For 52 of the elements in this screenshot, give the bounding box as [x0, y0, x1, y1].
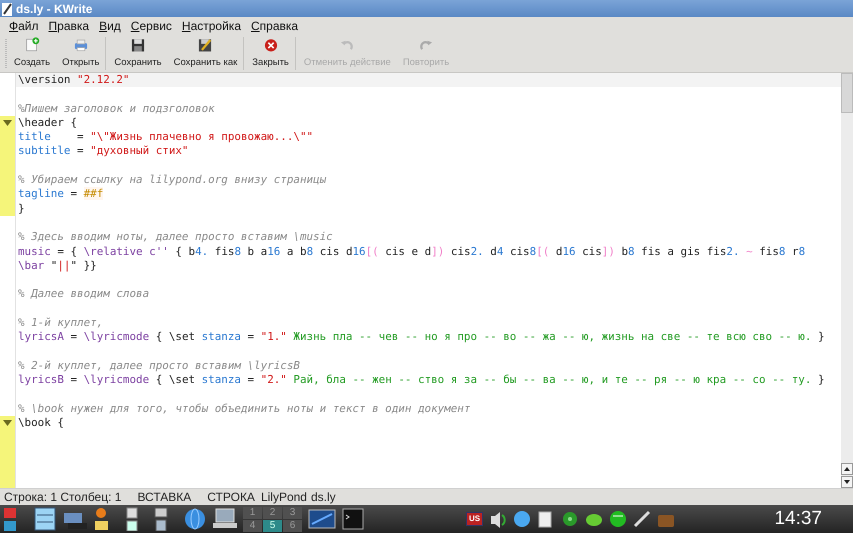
code-comment: %Пишем заголовок и подзголовок [17, 102, 216, 116]
code-comment: % 2-й куплет, далее просто вставим \lyricsB [17, 358, 301, 374]
status-text: ВСТАВКА [137, 489, 192, 506]
menu-item[interactable]: Справка [246, 17, 304, 35]
file-manager-icon[interactable] [33, 507, 57, 531]
keyboard-layout-indicator[interactable]: US [466, 512, 484, 526]
code-comment: % Убираем ссылку на lilypond.org внизу страницы [17, 173, 328, 188]
code-line: lyricsA = \lyricmode { \set stanza = "1." Жизнь пла -- чев -- но я про -- во -- жа -- ю, жизнь на све -- те всю сво -- ю. } [17, 330, 826, 345]
globe-icon[interactable] [183, 507, 207, 531]
menu-item[interactable]: Сервис [126, 17, 177, 35]
status-text: LilyPond [260, 489, 307, 506]
status-text: Строка: 1 Столбец: 1 [4, 489, 122, 506]
toolbar-button[interactable]: Закрыть [246, 37, 296, 70]
speaker-icon[interactable] [489, 510, 508, 528]
code-comment: % Далее вводим слова [17, 287, 150, 302]
terminal-icon[interactable] [342, 508, 364, 530]
desktop-pager-cell[interactable]: 5 [263, 520, 282, 532]
code-line: subtitle = "духовный стих" [17, 144, 190, 159]
status-text: СТРОКА [207, 489, 255, 506]
code-line: tagline = ##f [17, 187, 104, 202]
menu-item[interactable]: Вид [94, 17, 126, 35]
toolbar-button[interactable]: Сохранить как [168, 37, 244, 70]
toolbar-button[interactable]: Открыть [56, 37, 106, 70]
scrollbar-thumb[interactable] [841, 73, 853, 113]
toolbar-handle-icon [4, 37, 8, 71]
clock[interactable]: 14:37 [774, 504, 822, 533]
code-line: } [17, 202, 26, 216]
code-comment: % Здесь вводим ноты, далее просто вставим \music [17, 230, 334, 245]
code-line: lyricsB = \lyricmode { \set stanza = "2." Рай, бла -- жен -- ство я за -- бы -- ва -- ю, и те -- ря -- ю кра -- со -- ту. } [17, 373, 826, 388]
scroll-up-icon[interactable] [841, 463, 853, 475]
code-line: music = { \relative c'' { b4. fis8 b a16 a b8 cis d16[( cis e d]) cis2. d4 cis8[( d16 cis]) b8 fis a gis fis2. ~ fis8 r8 [17, 244, 806, 259]
status-text: ds.ly [310, 489, 336, 506]
menu-item[interactable]: Настройка [176, 17, 246, 35]
code-line: \book { [17, 416, 65, 430]
window-title: ds.ly - KWrite [16, 0, 92, 18]
toolbar-button[interactable]: Сохранить [108, 37, 168, 70]
code-line: \bar "||" }} [17, 258, 98, 274]
code-line: \header { [17, 116, 78, 130]
network-globe-icon[interactable] [609, 510, 628, 528]
menu-item[interactable]: Правка [44, 17, 94, 35]
laptop-icon[interactable] [213, 507, 237, 531]
toolbar-button[interactable]: Создать [8, 37, 56, 70]
menu-item[interactable]: Файл [4, 17, 44, 35]
fold-arrow-icon[interactable] [3, 420, 12, 426]
code-comment: % 1-й куплет, [17, 316, 104, 330]
disc-icon[interactable] [561, 510, 580, 528]
fold-arrow-icon[interactable] [3, 120, 12, 126]
window-icon[interactable] [308, 508, 336, 530]
scroll-down-icon[interactable] [841, 476, 853, 488]
code-comment: % \book нужен для того, чтобы объединить ноты и текст в один документ [17, 402, 472, 416]
pencil-icon [2, 2, 14, 16]
code-line: title = "\"Жизнь плачевно я провожаю...\"" [17, 130, 314, 144]
